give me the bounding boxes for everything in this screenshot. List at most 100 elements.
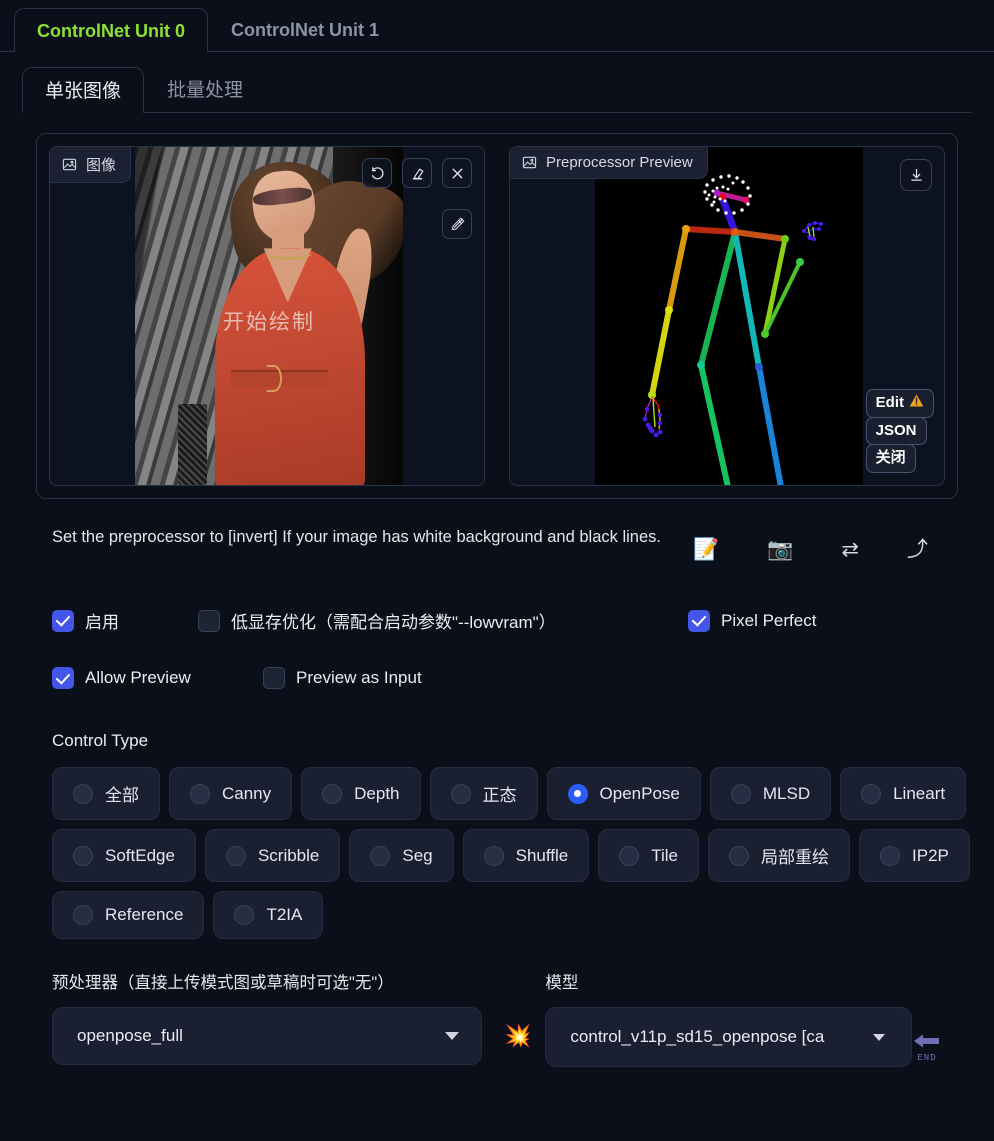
control-type-row-1: 全部 Canny Depth 正态 OpenPose MLSD Lineart: [52, 767, 942, 820]
control-type-reference[interactable]: Reference: [52, 891, 204, 939]
control-type-depth[interactable]: Depth: [301, 767, 420, 820]
end-arrow-icon[interactable]: END: [912, 1031, 942, 1063]
radio-dot: [451, 784, 471, 804]
tab-controlnet-unit-0[interactable]: ControlNet Unit 0: [14, 8, 208, 52]
model-value: control_v11p_sd15_openpose [ca: [546, 1027, 873, 1047]
model-select[interactable]: control_v11p_sd15_openpose [ca: [545, 1007, 912, 1067]
checkbox-preview-as-input[interactable]: Preview as Input: [263, 667, 422, 689]
control-type-label: OpenPose: [600, 784, 680, 804]
explosion-icon[interactable]: 💥: [504, 1023, 531, 1049]
pose-edit-label: Edit: [876, 394, 904, 413]
checkbox-allow-preview[interactable]: Allow Preview: [52, 667, 263, 689]
tab-batch-process[interactable]: 批量处理: [144, 66, 266, 112]
radio-dot: [729, 846, 749, 866]
source-photo[interactable]: 开始绘制: [135, 147, 403, 485]
pose-json-button[interactable]: JSON: [866, 417, 927, 446]
control-type-title: Control Type: [52, 731, 942, 751]
control-type-label: Lineart: [893, 784, 945, 804]
checkbox-pixel-perfect[interactable]: Pixel Perfect: [688, 610, 816, 632]
brush-icon[interactable]: [442, 209, 472, 239]
end-arrow-label: END: [912, 1053, 942, 1063]
control-type-label: Tile: [651, 846, 678, 866]
control-type-shuffle[interactable]: Shuffle: [463, 829, 590, 882]
control-type-scribble[interactable]: Scribble: [205, 829, 340, 882]
close-icon[interactable]: [442, 158, 472, 188]
control-type-canny[interactable]: Canny: [169, 767, 292, 820]
tab-controlnet-unit-1[interactable]: ControlNet Unit 1: [208, 7, 402, 51]
control-type-label: 全部: [105, 781, 139, 806]
preview-badge: Preprocessor Preview: [510, 147, 708, 179]
control-type-label: Scribble: [258, 846, 319, 866]
control-type-seg[interactable]: Seg: [349, 829, 453, 882]
radio-dot-selected: [568, 784, 588, 804]
control-type-normal[interactable]: 正态: [430, 767, 538, 820]
radio-dot: [226, 846, 246, 866]
preprocessor-field: 预处理器（直接上传模式图或草稿时可选"无"） openpose_full: [52, 969, 482, 1065]
checkbox-enable[interactable]: 启用: [52, 608, 198, 633]
checkbox-lowvram[interactable]: 低显存优化（需配合启动参数"--lowvram"）: [198, 608, 688, 633]
image-icon: [522, 155, 537, 170]
control-type-row-3: Reference T2IA: [52, 891, 942, 939]
options-row-1: 启用 低显存优化（需配合启动参数"--lowvram"） Pixel Perfe…: [52, 608, 942, 633]
control-type-softedge[interactable]: SoftEdge: [52, 829, 196, 882]
preprocessor-preview-card[interactable]: Preprocessor Preview: [509, 146, 945, 486]
checkbox-enable-label: 启用: [85, 608, 119, 633]
checkbox-enable-box[interactable]: [52, 610, 74, 632]
checkbox-lowvram-label: 低显存优化（需配合启动参数"--lowvram"）: [231, 608, 556, 633]
source-image-card[interactable]: 图像 开始绘制: [49, 146, 485, 486]
options-row-2: Allow Preview Preview as Input: [52, 667, 942, 689]
control-type-label: SoftEdge: [105, 846, 175, 866]
control-type-label: Canny: [222, 784, 271, 804]
radio-dot: [880, 846, 900, 866]
control-type-label: MLSD: [763, 784, 810, 804]
control-type-all[interactable]: 全部: [52, 767, 160, 820]
memo-icon[interactable]: 📝: [693, 539, 719, 560]
eraser-icon[interactable]: [402, 158, 432, 188]
model-field: 模型 control_v11p_sd15_openpose [ca: [545, 969, 912, 1067]
control-type-label: 局部重绘: [761, 843, 829, 868]
camera-icon[interactable]: 📷: [767, 539, 793, 560]
radio-dot: [73, 846, 93, 866]
chevron-down-icon: [873, 1034, 885, 1041]
checkbox-allow-preview-box[interactable]: [52, 667, 74, 689]
controlnet-unit-panel: 单张图像 批量处理 图像: [6, 52, 988, 1067]
control-type-lineart[interactable]: Lineart: [840, 767, 966, 820]
control-type-label: Depth: [354, 784, 399, 804]
swap-icon[interactable]: ⇄: [841, 539, 859, 560]
control-type-mlsd[interactable]: MLSD: [710, 767, 831, 820]
source-image-badge: 图像: [50, 147, 131, 183]
radio-dot: [73, 784, 93, 804]
checkbox-lowvram-box[interactable]: [198, 610, 220, 632]
chevron-down-icon: [445, 1032, 459, 1040]
preprocessor-label: 预处理器（直接上传模式图或草稿时可选"无"）: [52, 969, 482, 997]
control-type-label: Reference: [105, 905, 183, 925]
control-type-inpaint[interactable]: 局部重绘: [708, 829, 850, 882]
preprocessor-hint-row: Set the preprocessor to [invert] If your…: [52, 523, 942, 560]
preview-badge-label: Preprocessor Preview: [546, 154, 693, 171]
image-tool-row-secondary: [442, 209, 472, 239]
warning-icon: [909, 394, 924, 413]
photo-subject-bag: [178, 404, 207, 485]
pose-close-button[interactable]: 关闭: [866, 444, 916, 473]
preprocessor-select[interactable]: openpose_full: [52, 1007, 482, 1065]
model-label: 模型: [545, 969, 912, 997]
control-type-label: Seg: [402, 846, 432, 866]
checkbox-preview-as-input-label: Preview as Input: [296, 668, 422, 688]
control-type-tile[interactable]: Tile: [598, 829, 699, 882]
radio-dot: [73, 905, 93, 925]
tab-single-image[interactable]: 单张图像: [22, 67, 144, 113]
left-arrow-glyph: [912, 1031, 942, 1051]
model-config-row: 预处理器（直接上传模式图或草稿时可选"无"） openpose_full 💥 模…: [52, 969, 942, 1067]
pose-edit-button[interactable]: Edit: [866, 389, 934, 418]
pose-json-label: JSON: [876, 422, 917, 441]
checkbox-preview-as-input-box[interactable]: [263, 667, 285, 689]
control-type-t2ia[interactable]: T2IA: [213, 891, 323, 939]
download-icon[interactable]: [900, 159, 932, 191]
send-icon[interactable]: ⤴: [907, 539, 928, 560]
undo-icon[interactable]: [362, 158, 392, 188]
control-type-openpose[interactable]: OpenPose: [547, 767, 701, 820]
checkbox-pixel-perfect-box[interactable]: [688, 610, 710, 632]
image-panels-group: 图像 开始绘制: [36, 133, 958, 499]
control-type-ip2p[interactable]: IP2P: [859, 829, 970, 882]
radio-dot: [322, 784, 342, 804]
